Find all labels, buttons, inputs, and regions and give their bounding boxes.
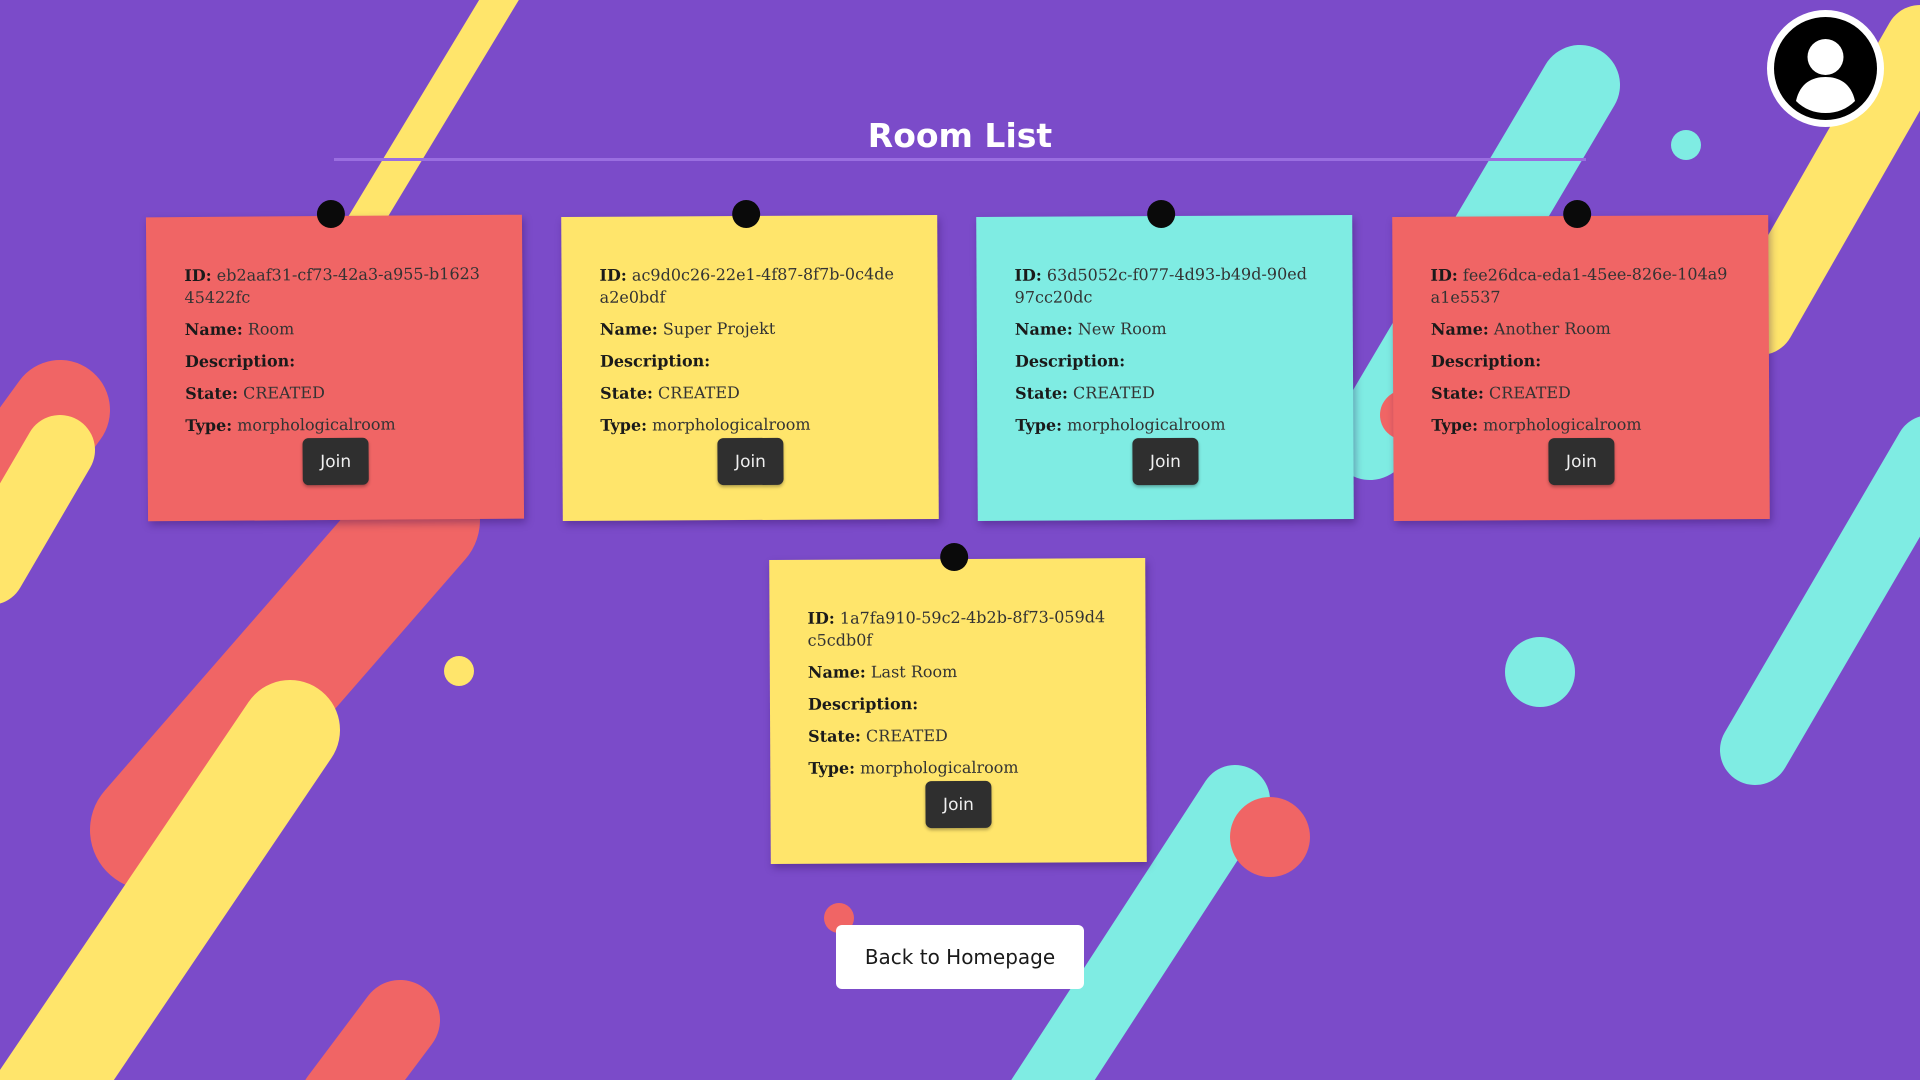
pin-icon bbox=[732, 199, 761, 229]
room-name: Last Room bbox=[870, 662, 958, 682]
room-id-row: ID: ac9d0c26-22e1-4f87-8f7b-0c4dea2e0bdf bbox=[599, 264, 894, 307]
pin-icon bbox=[1563, 199, 1592, 229]
room-card: ID: fee26dca-eda1-45ee-826e-104a9a1e5537… bbox=[1392, 199, 1770, 521]
title-divider bbox=[334, 158, 1586, 161]
room-type: morphologicalroom bbox=[652, 414, 811, 435]
room-state: CREATED bbox=[865, 726, 948, 746]
room-name-row: Name: Another Room bbox=[1430, 318, 1611, 339]
room-type-row: Type: morphologicalroom bbox=[1431, 414, 1642, 435]
room-id-row: ID: 63d5052c-f077-4d93-b49d-90ed97cc20dc bbox=[1014, 264, 1307, 307]
room-name-row: Name: New Room bbox=[1014, 318, 1167, 339]
room-type: morphologicalroom bbox=[1483, 414, 1642, 435]
room-name-row: Name: Room bbox=[184, 319, 295, 340]
room-state-row: State: CREATED bbox=[600, 383, 740, 403]
room-description-row: Description: bbox=[599, 351, 711, 371]
room-state: CREATED bbox=[242, 383, 325, 403]
room-card: ID: eb2aaf31-cf73-42a3-a955-b162345422fc… bbox=[145, 199, 525, 522]
room-card: ID: ac9d0c26-22e1-4f87-8f7b-0c4dea2e0bdf… bbox=[561, 199, 939, 521]
join-button[interactable]: Join bbox=[302, 437, 369, 486]
room-card: ID: 1a7fa910-59c2-4b2b-8f73-059d4c5cdb0f… bbox=[769, 542, 1147, 864]
room-id-row: ID: 1a7fa910-59c2-4b2b-8f73-059d4c5cdb0f bbox=[807, 607, 1106, 650]
room-name-row: Name: Last Room bbox=[807, 662, 958, 682]
profile-avatar-button[interactable] bbox=[1767, 10, 1884, 127]
room-id-row: ID: eb2aaf31-cf73-42a3-a955-b162345422fc bbox=[184, 263, 481, 308]
room-name: Another Room bbox=[1493, 318, 1611, 339]
room-id: 63d5052c-f077-4d93-b49d-90ed97cc20dc bbox=[1014, 264, 1307, 307]
room-id: ac9d0c26-22e1-4f87-8f7b-0c4dea2e0bdf bbox=[599, 264, 894, 307]
pin-icon bbox=[940, 542, 969, 572]
join-button[interactable]: Join bbox=[1548, 437, 1615, 486]
room-type: morphologicalroom bbox=[237, 414, 396, 435]
join-button[interactable]: Join bbox=[1132, 437, 1199, 486]
join-button[interactable]: Join bbox=[925, 780, 992, 829]
room-description-row: Description: bbox=[1430, 351, 1542, 371]
user-avatar-icon bbox=[1774, 17, 1877, 120]
room-name: Super Projekt bbox=[662, 318, 776, 339]
room-state-row: State: CREATED bbox=[1431, 383, 1571, 403]
join-button[interactable]: Join bbox=[717, 437, 784, 486]
room-state: CREATED bbox=[1488, 383, 1571, 403]
room-id: eb2aaf31-cf73-42a3-a955-b162345422fc bbox=[184, 263, 481, 308]
room-state: CREATED bbox=[657, 383, 740, 403]
room-type-row: Type: morphologicalroom bbox=[185, 414, 396, 436]
room-type-row: Type: morphologicalroom bbox=[1015, 414, 1226, 435]
room-state-row: State: CREATED bbox=[808, 726, 948, 746]
pin-icon bbox=[316, 199, 346, 229]
room-name: Room bbox=[247, 319, 295, 339]
room-id-row: ID: fee26dca-eda1-45ee-826e-104a9a1e5537 bbox=[1430, 264, 1728, 307]
room-type: morphologicalroom bbox=[860, 757, 1019, 778]
back-to-homepage-button[interactable]: Back to Homepage bbox=[836, 925, 1084, 989]
room-id: 1a7fa910-59c2-4b2b-8f73-059d4c5cdb0f bbox=[807, 607, 1106, 650]
room-type-row: Type: morphologicalroom bbox=[808, 757, 1019, 778]
room-name: New Room bbox=[1077, 318, 1167, 339]
room-description-row: Description: bbox=[184, 351, 296, 372]
room-state-row: State: CREATED bbox=[1015, 383, 1155, 403]
room-id: fee26dca-eda1-45ee-826e-104a9a1e5537 bbox=[1430, 264, 1728, 307]
room-type: morphologicalroom bbox=[1067, 414, 1226, 435]
room-state-row: State: CREATED bbox=[185, 383, 325, 404]
room-card: ID: 63d5052c-f077-4d93-b49d-90ed97cc20dc… bbox=[976, 199, 1354, 521]
pin-icon bbox=[1147, 199, 1176, 229]
room-description-row: Description: bbox=[807, 694, 919, 714]
room-type-row: Type: morphologicalroom bbox=[600, 414, 811, 435]
room-name-row: Name: Super Projekt bbox=[599, 318, 776, 339]
background-decoration bbox=[0, 0, 1920, 1080]
page-title: Room List bbox=[867, 116, 1053, 155]
room-state: CREATED bbox=[1072, 383, 1155, 403]
room-description-row: Description: bbox=[1014, 351, 1126, 371]
